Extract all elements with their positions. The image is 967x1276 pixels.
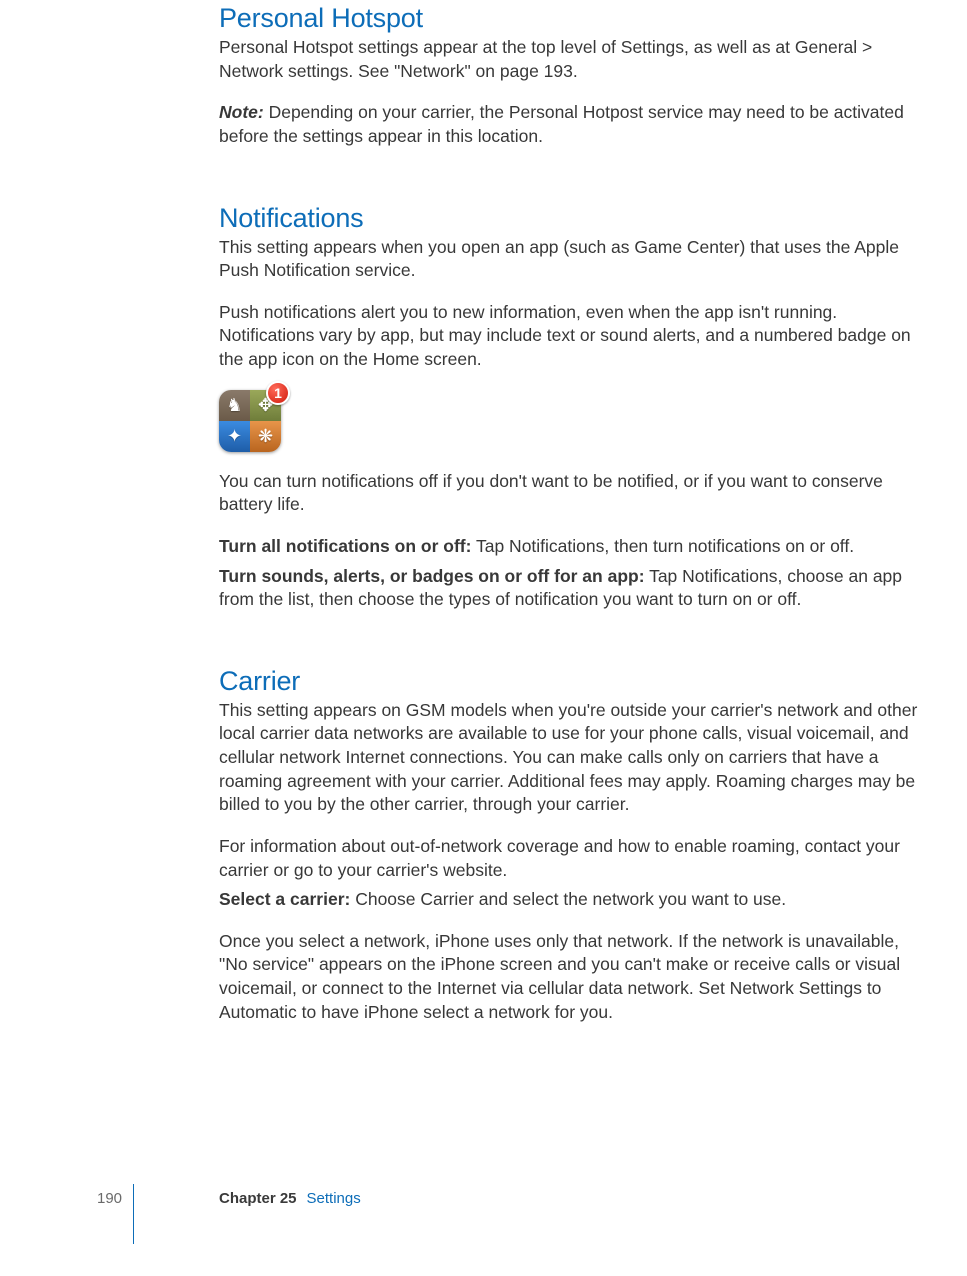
app-icon-figure: ♞ ✥ ✦ ❋ 1 bbox=[219, 390, 919, 452]
paragraph: This setting appears on GSM models when … bbox=[219, 699, 919, 817]
chapter-number: Chapter 25 bbox=[219, 1190, 297, 1207]
paragraph: For information about out-of-network cov… bbox=[219, 835, 919, 882]
page-number: 190 bbox=[97, 1190, 122, 1207]
footer-rule bbox=[133, 1184, 134, 1244]
instruction-body: Choose Carrier and select the network yo… bbox=[350, 889, 786, 909]
instruction-body: Tap Notifications, then turn notificatio… bbox=[471, 536, 854, 556]
paragraph: Personal Hotspot settings appear at the … bbox=[219, 36, 919, 83]
note-body: Depending on your carrier, the Personal … bbox=[219, 102, 904, 146]
note-label: Note: bbox=[219, 102, 264, 122]
heading-notifications: Notifications bbox=[219, 203, 919, 234]
rocket-icon: ✦ bbox=[219, 421, 250, 452]
paragraph: This setting appears when you open an ap… bbox=[219, 236, 919, 283]
swirl-icon: ❋ bbox=[250, 421, 281, 452]
paragraph: Once you select a network, iPhone uses o… bbox=[219, 930, 919, 1025]
paragraph: You can turn notifications off if you do… bbox=[219, 470, 919, 517]
note-paragraph: Note: Depending on your carrier, the Per… bbox=[219, 101, 919, 148]
instruction-label: Select a carrier: bbox=[219, 889, 350, 909]
heading-carrier: Carrier bbox=[219, 666, 919, 697]
instruction-label: Turn all notifications on or off: bbox=[219, 536, 471, 556]
page-footer: 190 Chapter 25 Settings bbox=[0, 1190, 967, 1220]
game-center-app-icon: ♞ ✥ ✦ ❋ 1 bbox=[219, 390, 281, 452]
chapter-label: Chapter 25 Settings bbox=[219, 1190, 361, 1207]
notification-badge: 1 bbox=[266, 381, 290, 405]
instruction-paragraph: Turn all notifications on or off: Tap No… bbox=[219, 535, 919, 559]
heading-personal-hotspot: Personal Hotspot bbox=[219, 3, 919, 34]
knight-icon: ♞ bbox=[219, 390, 250, 421]
chapter-title: Settings bbox=[307, 1190, 361, 1207]
instruction-paragraph: Select a carrier: Choose Carrier and sel… bbox=[219, 888, 919, 912]
instruction-label: Turn sounds, alerts, or badges on or off… bbox=[219, 566, 645, 586]
instruction-paragraph: Turn sounds, alerts, or badges on or off… bbox=[219, 565, 919, 612]
paragraph: Push notifications alert you to new info… bbox=[219, 301, 919, 372]
